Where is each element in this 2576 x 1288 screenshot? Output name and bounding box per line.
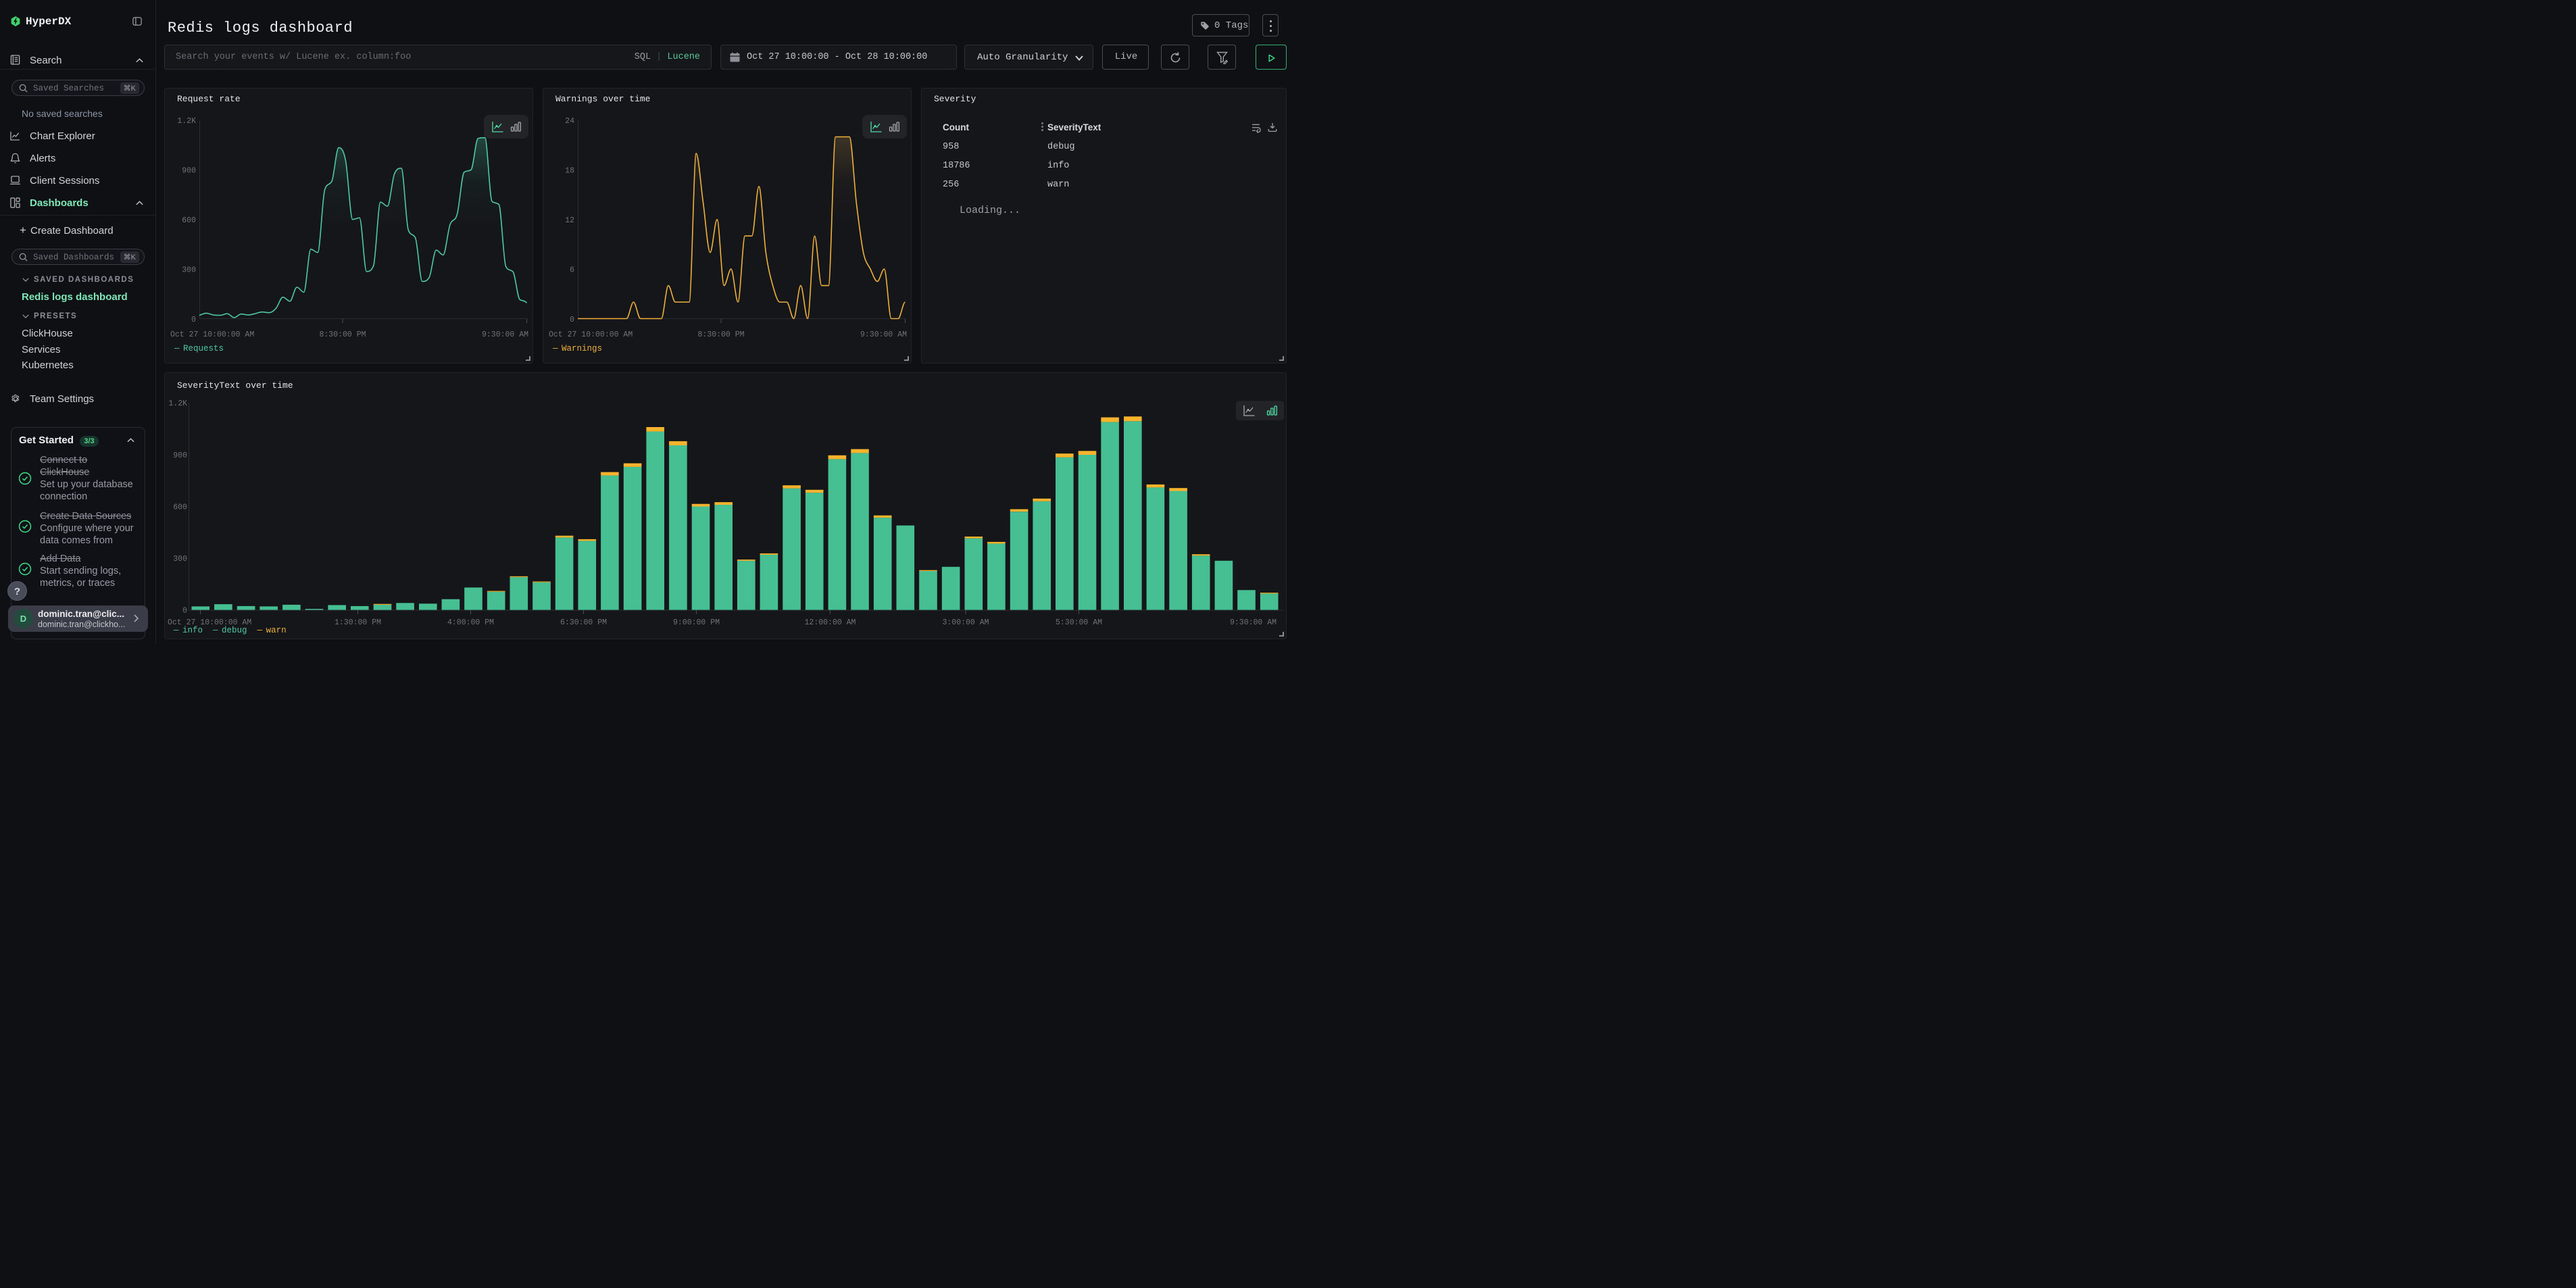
svg-text:900: 900 — [173, 451, 187, 460]
svg-text:300: 300 — [173, 555, 187, 564]
svg-text:300: 300 — [182, 266, 196, 275]
svg-text:0: 0 — [182, 607, 187, 616]
svg-text:600: 600 — [173, 503, 187, 512]
svg-text:Oct 27 10:00:00 AM: Oct 27 10:00:00 AM — [549, 330, 633, 339]
svg-text:8:30:00 PM: 8:30:00 PM — [697, 330, 744, 339]
svg-text:1.2K: 1.2K — [177, 117, 196, 126]
svg-text:Oct 27 10:00:00 AM: Oct 27 10:00:00 AM — [170, 330, 254, 339]
svg-text:24: 24 — [565, 117, 574, 126]
svg-text:0: 0 — [570, 316, 574, 324]
svg-text:12: 12 — [565, 216, 574, 225]
svg-text:1:30:00 PM: 1:30:00 PM — [335, 618, 381, 627]
svg-text:900: 900 — [182, 167, 196, 176]
svg-text:4:00:00 PM: 4:00:00 PM — [447, 618, 494, 627]
svg-text:600: 600 — [182, 216, 196, 225]
svg-text:12:00:00 AM: 12:00:00 AM — [805, 618, 856, 627]
svg-text:18: 18 — [565, 167, 574, 176]
svg-text:5:30:00 AM: 5:30:00 AM — [1056, 618, 1102, 627]
svg-text:6: 6 — [570, 266, 574, 275]
svg-text:6:30:00 PM: 6:30:00 PM — [560, 618, 607, 627]
svg-text:9:30:00 AM: 9:30:00 AM — [1230, 618, 1277, 627]
svg-text:9:30:00 AM: 9:30:00 AM — [482, 330, 528, 339]
svg-text:3:00:00 AM: 3:00:00 AM — [942, 618, 989, 627]
svg-text:0: 0 — [191, 316, 196, 324]
svg-text:8:30:00 PM: 8:30:00 PM — [319, 330, 366, 339]
svg-text:1.2K: 1.2K — [168, 399, 187, 408]
svg-text:9:00:00 PM: 9:00:00 PM — [673, 618, 720, 627]
svg-text:9:30:00 AM: 9:30:00 AM — [860, 330, 907, 339]
